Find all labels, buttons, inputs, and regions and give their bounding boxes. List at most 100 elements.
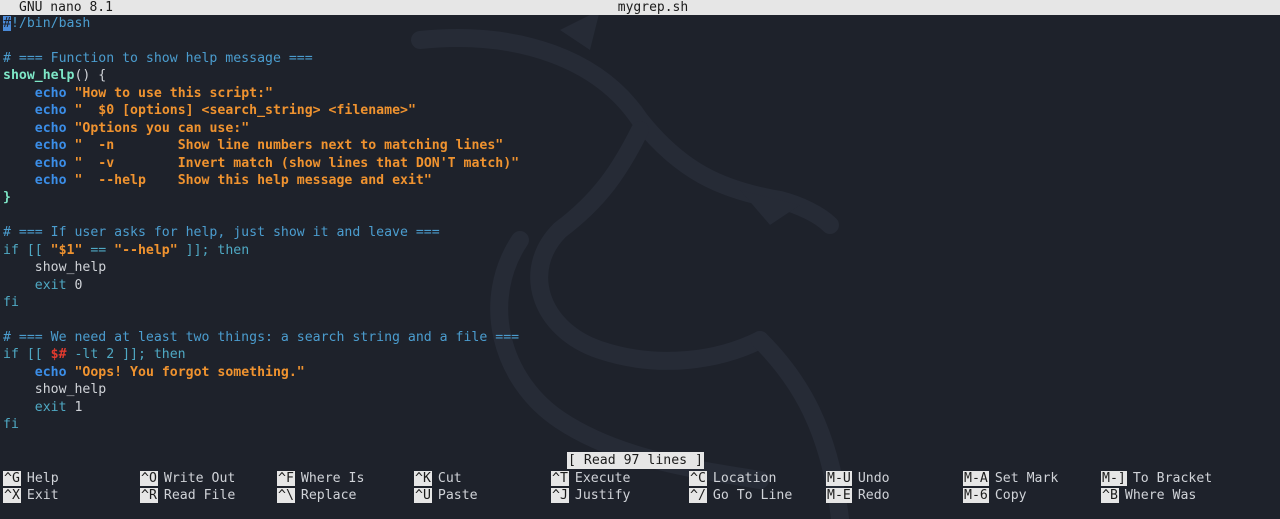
shortcut-key: ^R (140, 488, 158, 504)
code-token: echo (34, 120, 67, 136)
shortcut-replace[interactable]: ^\ Replace (277, 487, 356, 504)
shortcut-paste[interactable]: ^U Paste (414, 487, 478, 504)
shortcut-help[interactable]: ^G Help (3, 470, 59, 487)
shortcut-label: Location (712, 471, 777, 486)
shortcut-execute[interactable]: ^T Execute (551, 470, 630, 487)
code-token: "Oops! You forgot something." (74, 364, 305, 380)
code-token: show_help (3, 68, 75, 84)
code-line[interactable]: exit 0 (3, 277, 519, 294)
shortcut-key: M-U (826, 471, 852, 486)
code-line[interactable]: # === We need at least two things: a sea… (3, 329, 519, 346)
code-line[interactable] (3, 207, 519, 224)
shortcut-undo[interactable]: M-U Undo (826, 470, 890, 487)
shortcut-label: Where Was (1124, 488, 1197, 504)
shortcut-key: ^U (414, 488, 432, 504)
code-token: exit (34, 277, 67, 293)
code-token: fi (3, 295, 19, 310)
shortcut-key: ^K (414, 471, 432, 486)
code-token: echo (34, 364, 67, 380)
code-line[interactable]: echo " --help Show this help message and… (3, 172, 519, 189)
code-line[interactable]: # === If user asks for help, just show i… (3, 224, 519, 241)
code-token: !/bin/bash (10, 16, 91, 31)
code-line[interactable]: echo "Oops! You forgot something." (3, 364, 519, 381)
code-token: echo (34, 85, 67, 101)
shortcut-where-was[interactable]: ^B Where Was (1101, 487, 1196, 504)
code-line[interactable]: fi (3, 416, 519, 433)
code-token: fi (3, 417, 19, 433)
shortcut-key: ^C (689, 471, 707, 486)
code-token: == (82, 242, 115, 258)
code-line[interactable]: echo "Options you can use:" (3, 120, 519, 137)
code-token: " -v Invert match (show lines that DON'T… (74, 155, 520, 171)
code-token: # === If user asks for help, just show i… (3, 225, 440, 241)
shortcut-label: Execute (574, 471, 631, 486)
shortcut-go-to-line[interactable]: ^/ Go To Line (689, 487, 792, 504)
shortcut-key: M-] (1101, 471, 1127, 486)
code-line[interactable]: } (3, 189, 519, 206)
code-line[interactable]: exit 1 (3, 399, 519, 416)
shortcut-label: Exit (26, 488, 59, 504)
shortcut-label: To Bracket (1132, 471, 1213, 486)
shortcut-key: ^G (3, 471, 21, 486)
shortcut-key: ^F (277, 471, 295, 486)
code-line[interactable]: if [[ $# -lt 2 ]]; then (3, 346, 519, 363)
shortcut-where-is[interactable]: ^F Where Is (277, 470, 364, 487)
shortcut-read-file[interactable]: ^R Read File (140, 487, 235, 504)
shortcut-set-mark[interactable]: M-A Set Mark (963, 470, 1058, 487)
shortcut-key: ^T (551, 471, 569, 486)
editor-text-area[interactable]: #!/bin/bash # === Function to show help … (3, 15, 519, 434)
shortcut-copy[interactable]: M-6 Copy (963, 487, 1027, 504)
shortcut-label: Go To Line (712, 488, 793, 504)
code-token: echo (34, 172, 67, 188)
shortcut-label: Redo (857, 488, 890, 504)
code-line[interactable]: echo " -v Invert match (show lines that … (3, 155, 519, 172)
code-token: () { (74, 68, 107, 84)
code-line[interactable]: # === Function to show help message === (3, 50, 519, 67)
code-line[interactable]: fi (3, 294, 519, 311)
shortcut-to-bracket[interactable]: M-] To Bracket (1101, 470, 1212, 487)
code-token: "--help" (114, 242, 178, 258)
shortcut-label: Cut (437, 471, 462, 486)
code-token: -lt 2 ]]; then (66, 347, 186, 363)
code-token: ]]; then (177, 242, 250, 258)
code-token: " --help Show this help message and exit… (74, 172, 432, 188)
shortcut-key: ^B (1101, 488, 1119, 504)
shortcut-label: Copy (994, 488, 1027, 504)
shortcut-label: Write Out (163, 471, 236, 486)
shortcut-key: M-E (826, 488, 852, 504)
code-token: "Options you can use:" (74, 120, 250, 136)
code-line[interactable]: echo "How to use this script:" (3, 85, 519, 102)
shortcut-label: Read File (163, 488, 236, 504)
status-message: [ Read 97 lines ] (567, 452, 704, 469)
shortcut-exit[interactable]: ^X Exit (3, 487, 59, 504)
code-line[interactable]: echo " $0 [options] <search_string> <fil… (3, 102, 519, 119)
code-line[interactable] (3, 32, 519, 49)
shortcut-key: M-A (963, 471, 989, 486)
code-token: " $0 [options] <search_string> <filename… (74, 103, 416, 119)
shortcut-key: ^\ (277, 488, 295, 504)
shortcut-label: Paste (437, 488, 478, 504)
code-token: if [[ (3, 242, 51, 258)
code-line[interactable]: echo " -n Show line numbers next to matc… (3, 137, 519, 154)
code-line[interactable]: show_help (3, 381, 519, 398)
code-line[interactable]: if [[ "$1" == "--help" ]]; then (3, 242, 519, 259)
shortcut-write-out[interactable]: ^O Write Out (140, 470, 235, 487)
shortcut-redo[interactable]: M-E Redo (826, 487, 890, 504)
code-line[interactable]: #!/bin/bash (3, 15, 519, 32)
code-token: "How to use this script:" (74, 85, 273, 101)
shortcut-justify[interactable]: ^J Justify (551, 487, 630, 504)
code-token: # === We need at least two things: a sea… (3, 329, 520, 345)
code-line[interactable]: show_help (3, 259, 519, 276)
shortcut-location[interactable]: ^C Location (689, 470, 776, 487)
code-line[interactable]: show_help() { (3, 67, 519, 84)
code-line[interactable] (3, 311, 519, 328)
text-cursor: # (3, 16, 11, 31)
shortcut-cut[interactable]: ^K Cut (414, 470, 462, 487)
